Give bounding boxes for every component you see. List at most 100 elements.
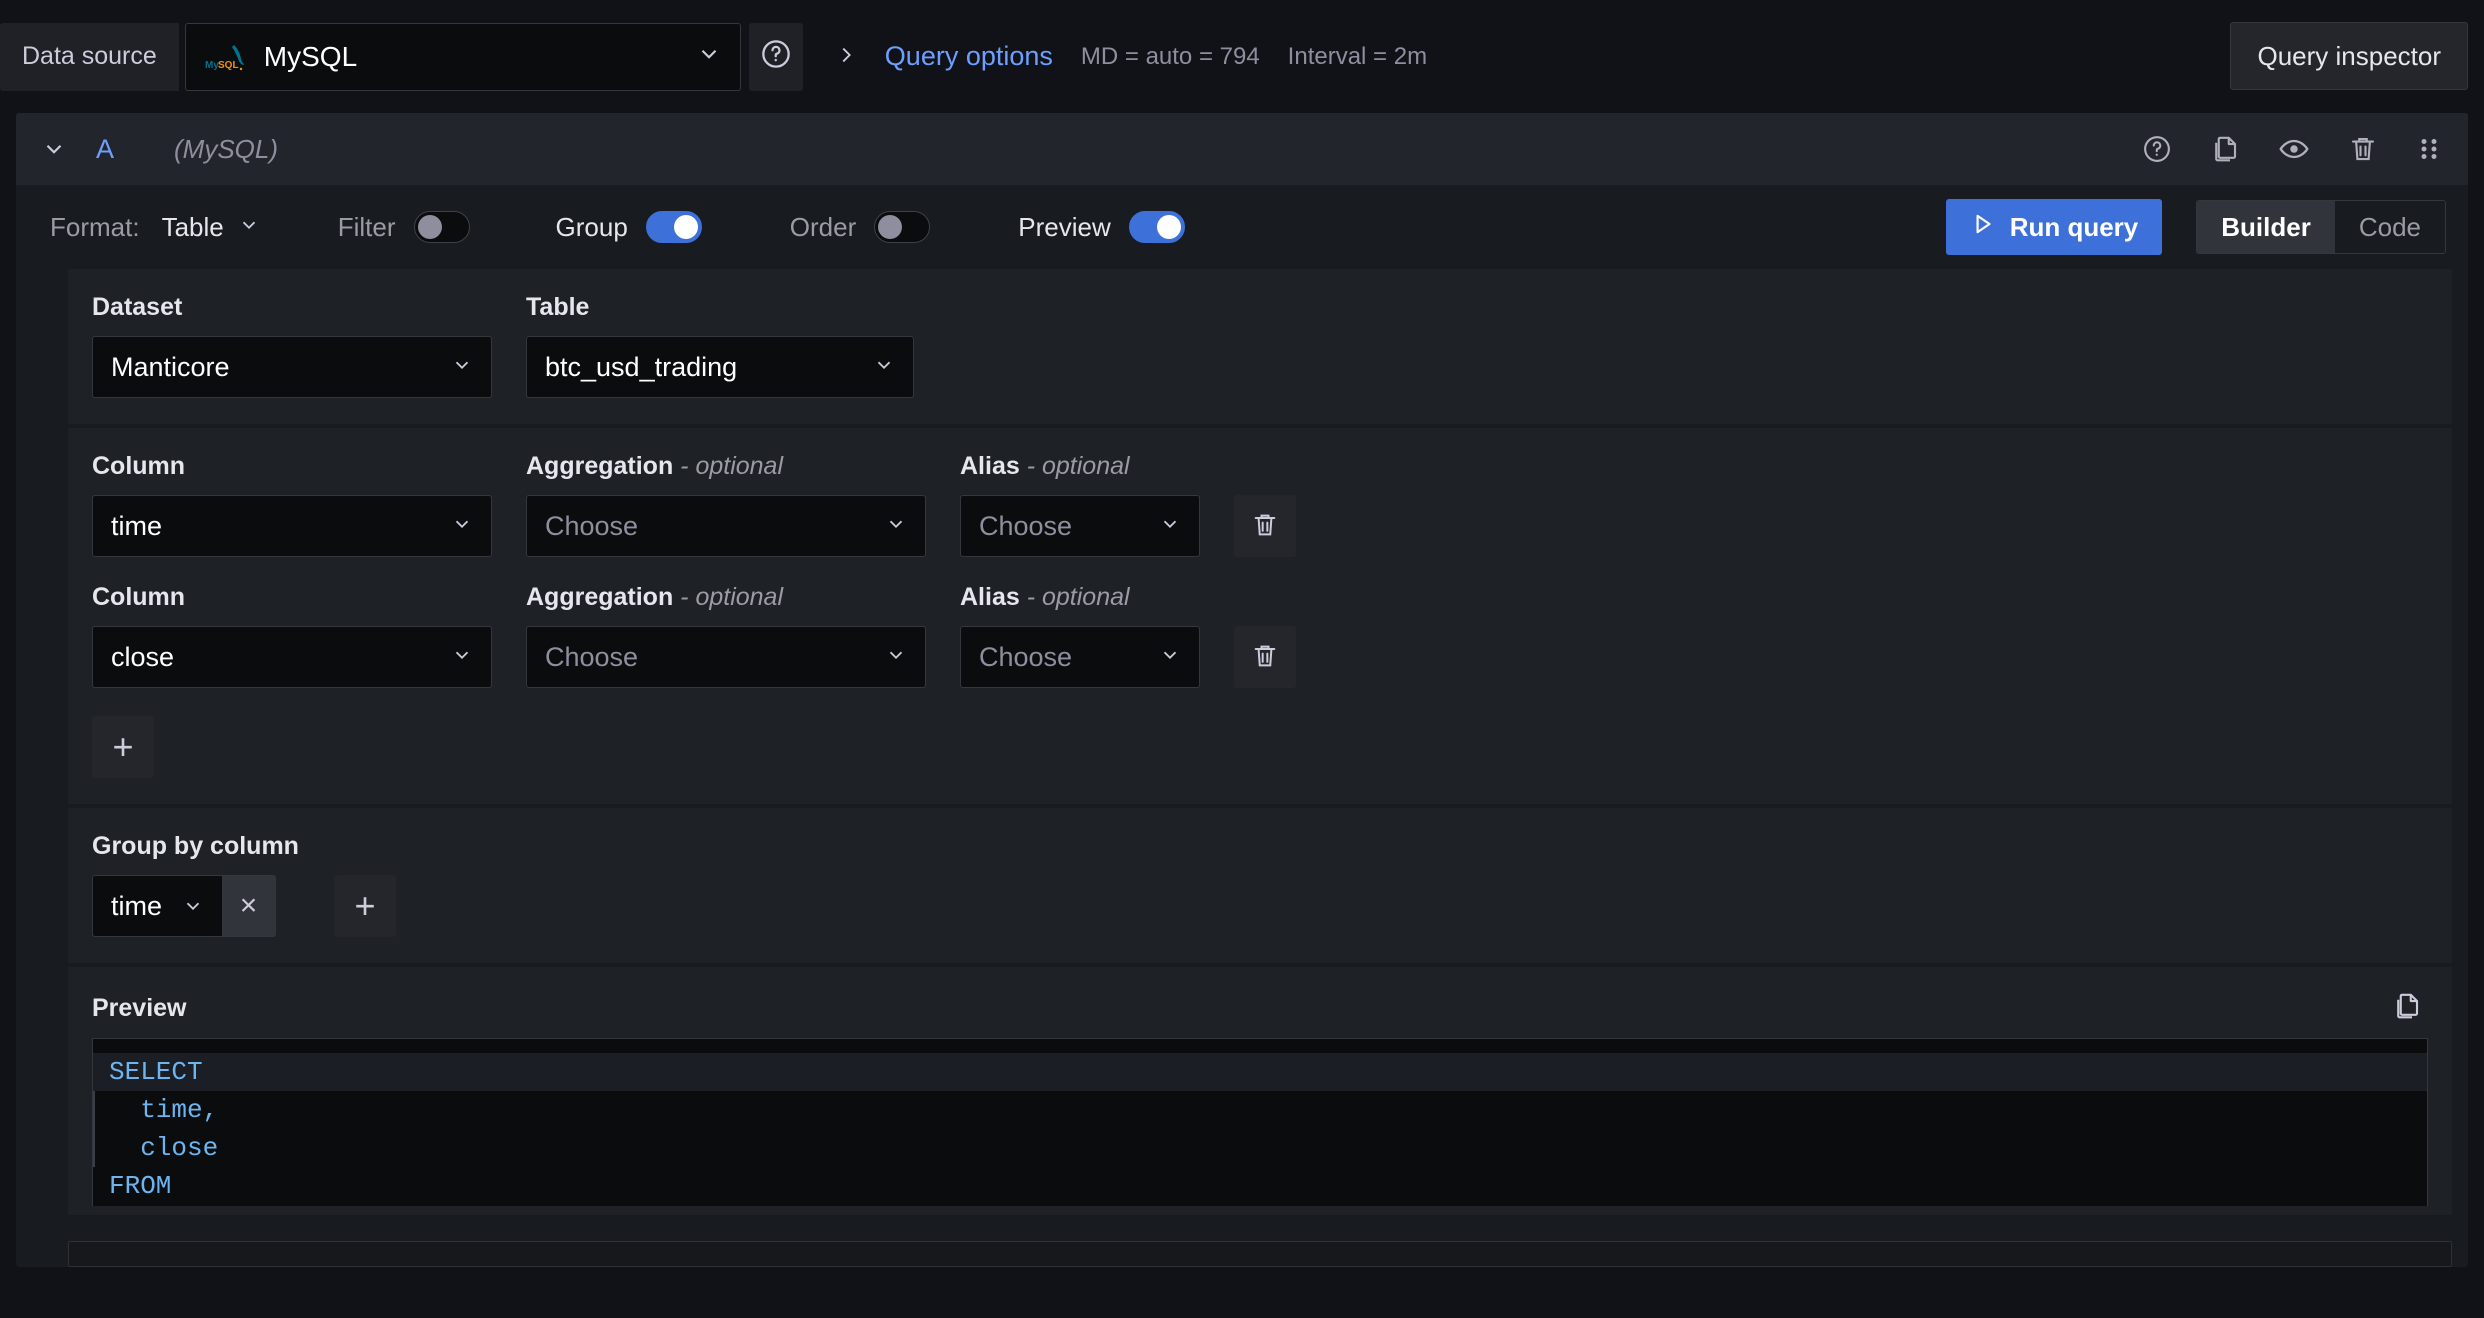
query-row-actions (2142, 133, 2442, 165)
run-query-button[interactable]: Run query (1945, 199, 2163, 255)
dataset-select-value: Manticore (111, 351, 230, 382)
alias-optional-text: - optional (1026, 452, 1130, 480)
column-row: Column time Aggregation - optional Choos… (92, 452, 2452, 557)
remove-group-by-button[interactable]: × (222, 875, 276, 937)
dataset-field: Dataset Manticore (92, 293, 492, 398)
data-source-label: Data source (0, 22, 179, 91)
order-toggle[interactable] (874, 211, 931, 243)
order-label: Order (789, 211, 857, 242)
sql-preview-editor[interactable]: SELECT time, close FROM (92, 1038, 2428, 1206)
aggregation-select[interactable]: Choose (526, 626, 926, 688)
editor-mode-switch: Builder Code (2196, 200, 2446, 254)
data-source-picker[interactable]: My SQL MySQL (184, 22, 741, 91)
sql-line: close (93, 1129, 2427, 1167)
sql-line: FROM (109, 1171, 172, 1201)
data-source-help-button[interactable] (748, 22, 803, 91)
drag-handle-icon[interactable] (2416, 134, 2442, 164)
group-by-select[interactable]: time (92, 875, 222, 937)
column-select[interactable]: close (92, 626, 492, 688)
mode-code-option[interactable]: Code (2335, 201, 2445, 253)
column-label: Column (92, 583, 186, 611)
trash-icon[interactable] (2348, 134, 2378, 164)
add-group-by-button[interactable]: + (334, 875, 396, 937)
alias-optional-text: - optional (1026, 583, 1130, 611)
copy-icon[interactable] (2210, 134, 2240, 164)
filter-toggle[interactable] (413, 211, 470, 243)
help-circle-icon[interactable] (2142, 134, 2172, 164)
table-label: Table (526, 293, 590, 321)
aggregation-label: Aggregation - optional (526, 583, 926, 612)
group-by-label: Group by column (92, 832, 299, 860)
dataset-section: Dataset Manticore Table btc_usd_trading (68, 269, 2452, 424)
sql-line: SELECT (93, 1053, 2427, 1091)
aggregation-label-text: Aggregation (526, 583, 674, 611)
delete-column-button[interactable] (1234, 495, 1296, 557)
copy-icon[interactable] (2392, 991, 2422, 1026)
alias-select[interactable]: Choose (960, 626, 1200, 688)
alias-select[interactable]: Choose (960, 495, 1200, 557)
chevron-down-icon (853, 354, 895, 381)
dataset-select[interactable]: Manticore (92, 336, 492, 398)
query-ref-id[interactable]: A (96, 134, 114, 165)
aggregation-select[interactable]: Choose (526, 495, 926, 557)
group-by-section: Group by column time × + (68, 808, 2452, 963)
group-by-select-value: time (111, 890, 163, 921)
preview-label: Preview (92, 994, 187, 1022)
chevron-down-icon (168, 895, 204, 917)
play-icon (1970, 211, 1996, 244)
delete-column-button[interactable] (1234, 626, 1296, 688)
preview-label: Preview (1018, 211, 1111, 242)
chevron-down-icon (865, 644, 907, 671)
alias-label: Alias - optional (960, 583, 1200, 612)
query-options-max-data-points: MD = auto = 794 (1080, 42, 1260, 70)
table-select-value: btc_usd_trading (545, 351, 738, 382)
chevron-down-icon[interactable] (238, 214, 260, 241)
sql-line: time, (93, 1091, 2427, 1129)
alias-field: Alias - optional Choose (960, 452, 1200, 557)
columns-section: Column time Aggregation - optional Choos… (68, 428, 2452, 804)
group-toggle[interactable] (645, 211, 702, 243)
chevron-down-icon (1139, 644, 1181, 671)
query-editor-panel: A (MySQL) Format: Table Filter Group Ord… (16, 113, 2468, 1267)
chevron-down-icon[interactable] (34, 136, 74, 162)
group-by-row: time × + (92, 875, 2452, 937)
trash-icon (1251, 511, 1279, 542)
alias-select-value: Choose (979, 510, 1073, 541)
preview-toggle-group: Preview (1018, 211, 1185, 243)
query-inspector-button[interactable]: Query inspector (2230, 22, 2468, 90)
chevron-down-icon (1139, 513, 1181, 540)
eye-icon[interactable] (2278, 133, 2310, 165)
alias-label-text: Alias (960, 452, 1020, 480)
help-circle-icon (760, 38, 792, 75)
query-row-header: A (MySQL) (16, 113, 2468, 185)
chevron-down-icon (696, 41, 722, 72)
aggregation-select-value: Choose (545, 641, 639, 672)
query-options-interval: Interval = 2m (1287, 42, 1428, 70)
chevron-down-icon (431, 644, 473, 671)
panel-bottom-strip[interactable] (68, 1241, 2452, 1267)
column-select-value: close (111, 641, 175, 672)
format-select-value[interactable]: Table (162, 212, 224, 243)
builder-sections: Dataset Manticore Table btc_usd_trading (16, 269, 2468, 1267)
aggregation-label-text: Aggregation (526, 452, 674, 480)
filter-label: Filter (337, 211, 396, 242)
query-datasource-name: (MySQL) (174, 133, 279, 164)
chevron-down-icon (431, 354, 473, 381)
group-label: Group (555, 211, 628, 242)
aggregation-field: Aggregation - optional Choose (526, 452, 926, 557)
table-select[interactable]: btc_usd_trading (526, 336, 914, 398)
format-label: Format: (50, 211, 140, 242)
column-select[interactable]: time (92, 495, 492, 557)
chevron-right-icon (835, 42, 857, 72)
query-options[interactable]: Query options MD = auto = 794 Interval =… (835, 41, 1427, 72)
alias-label: Alias - optional (960, 452, 1200, 481)
add-column-button[interactable]: + (92, 716, 154, 778)
query-options-title[interactable]: Query options (885, 41, 1053, 72)
mode-builder-option[interactable]: Builder (2197, 201, 2335, 253)
add-column-row: + (92, 716, 2452, 778)
group-toggle-group: Group (556, 211, 702, 243)
preview-toggle[interactable] (1128, 211, 1185, 243)
run-query-label: Run query (2009, 211, 2139, 242)
aggregation-field: Aggregation - optional Choose (526, 583, 926, 688)
data-source-value: MySQL (263, 40, 358, 72)
